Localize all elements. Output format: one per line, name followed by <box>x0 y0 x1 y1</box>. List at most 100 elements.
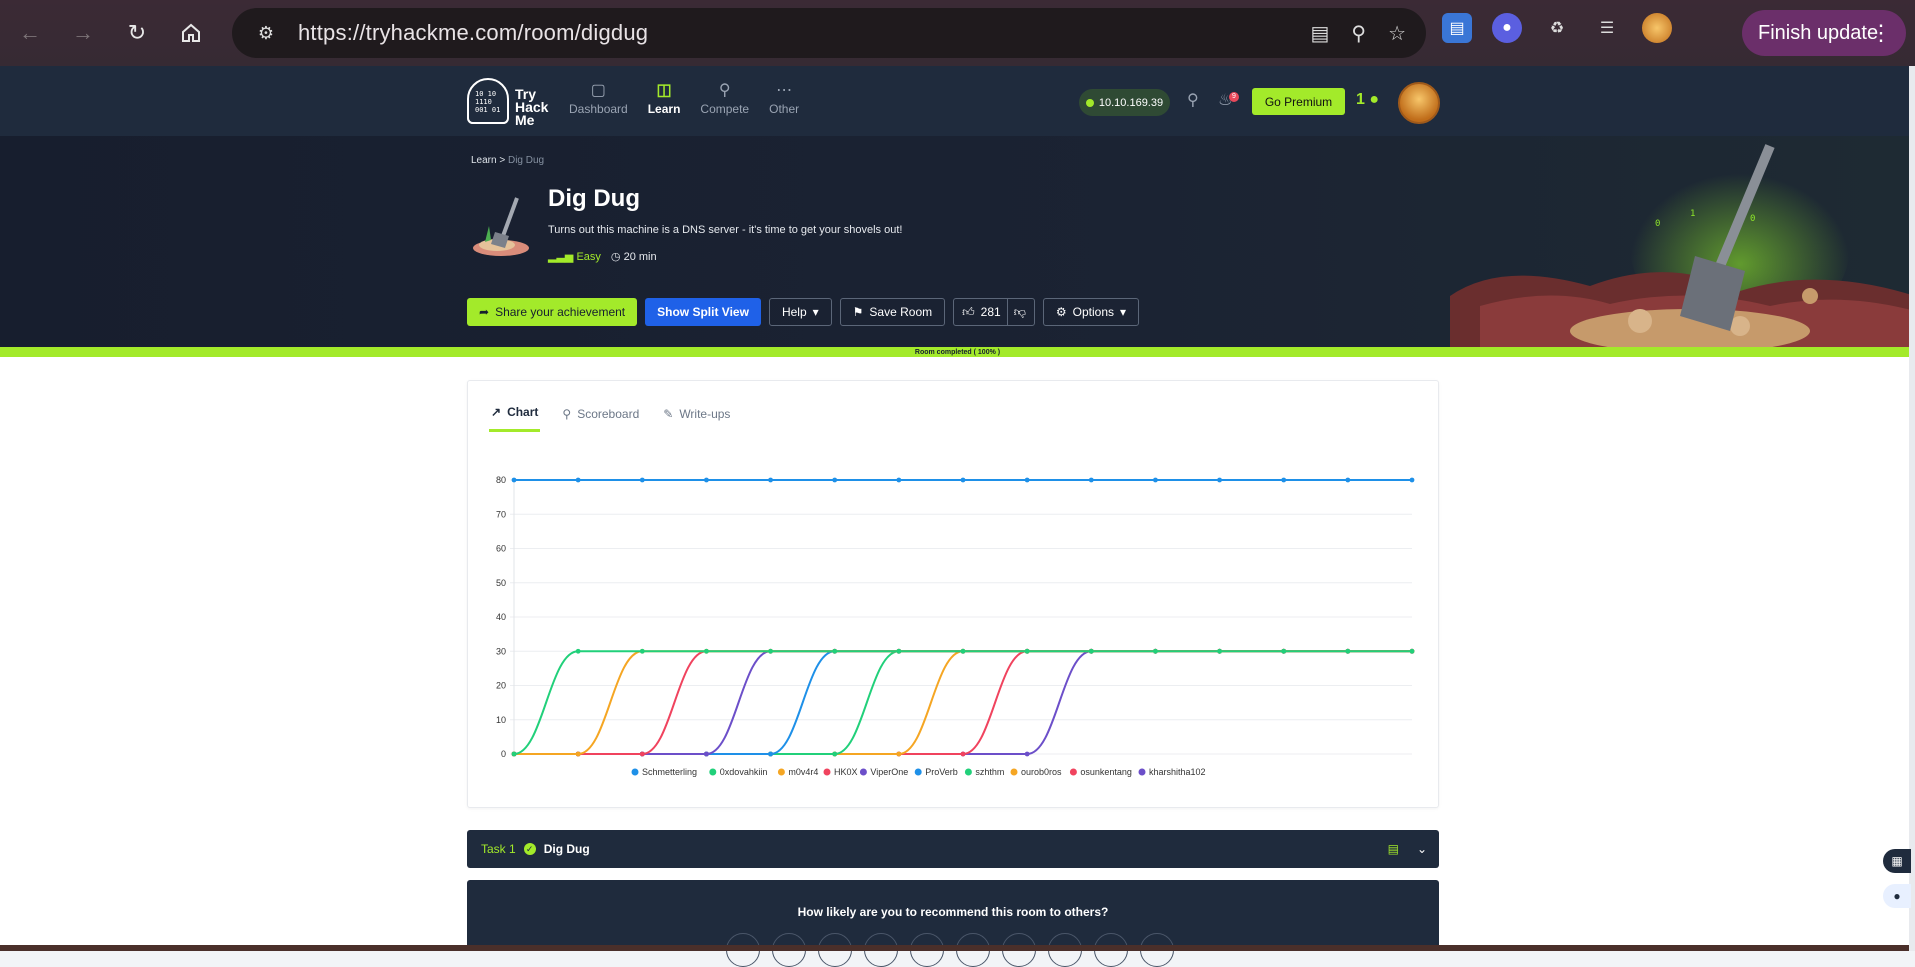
series-line <box>514 650 1412 755</box>
series-line <box>514 650 1412 755</box>
tab-label: Scoreboard <box>577 406 640 421</box>
legend-marker <box>823 768 831 776</box>
data-point <box>639 751 645 757</box>
likes-count: 281 <box>980 305 1001 319</box>
finish-update-button[interactable]: Finish update ⋮ <box>1742 10 1906 56</box>
site-settings-icon[interactable]: ⚙ <box>250 17 282 49</box>
assistant-widget-icon[interactable]: ● <box>1883 884 1911 908</box>
tab-write-ups[interactable]: ✎ Write-ups <box>661 405 732 432</box>
data-point <box>639 648 645 654</box>
room-meta: ▂▃▅ Easy ◷ 20 min <box>548 250 657 263</box>
data-point <box>1409 477 1415 483</box>
split-view-button[interactable]: Show Split View <box>645 298 761 326</box>
series-line <box>514 650 1412 755</box>
dashboard-icon: ▢ <box>590 82 606 99</box>
address-bar[interactable]: ⚙ https://tryhackme.com/room/digdug ▤ ⚲ … <box>232 8 1426 58</box>
legend-label: kharshitha102 <box>1149 767 1206 777</box>
page-scrollbar[interactable] <box>1909 66 1915 951</box>
machine-ip-badge[interactable]: 10.10.169.39 <box>1079 89 1170 116</box>
divider <box>1006 298 1008 326</box>
extensions-puzzle-icon[interactable]: ♻ <box>1542 13 1572 43</box>
assistant-extension-icon[interactable]: ● <box>1492 13 1522 43</box>
data-point <box>1409 648 1415 654</box>
flame-icon: ● <box>1369 91 1380 108</box>
reload-icon[interactable]: ↻ <box>117 13 157 53</box>
bottom-strip <box>0 945 1915 951</box>
nav-other[interactable]: ⋯ Other <box>769 80 799 116</box>
legend-label: ProVerb <box>925 767 958 777</box>
nav-label: Compete <box>700 102 750 116</box>
svg-text:0: 0 <box>1655 219 1660 229</box>
trophy-icon: ⚲ <box>718 82 731 99</box>
notification-badge: 9 <box>1229 92 1239 102</box>
data-point <box>1024 648 1030 654</box>
forward-icon[interactable]: → <box>63 13 103 53</box>
home-icon[interactable] <box>171 13 211 53</box>
menu-dots-icon: ⋮ <box>1870 20 1892 45</box>
nav-dashboard[interactable]: ▢ Dashboard <box>569 80 628 116</box>
data-point <box>1024 477 1030 483</box>
search-icon[interactable]: ⚲ <box>1187 90 1199 110</box>
legend-marker <box>1069 768 1077 776</box>
task-header[interactable]: Task 1 ✓ Dig Dug ▤ ⌄ <box>467 830 1439 868</box>
go-premium-button[interactable]: Go Premium <box>1252 88 1345 115</box>
more-icon: ⋯ <box>776 82 793 99</box>
options-label: Options <box>1072 305 1115 319</box>
profile-avatar-icon[interactable] <box>1642 13 1672 43</box>
nav-label: Dashboard <box>569 102 628 116</box>
difficulty: ▂▃▅ Easy <box>548 250 601 263</box>
data-point <box>511 477 517 483</box>
server-icon[interactable]: ▤ <box>1388 842 1399 856</box>
url-text[interactable]: https://tryhackme.com/room/digdug <box>298 20 648 46</box>
nav-learn[interactable]: ◫ Learn <box>648 80 681 116</box>
options-dropdown[interactable]: ⚙ Options ▾ <box>1042 298 1140 326</box>
thumbs-up-icon[interactable]: 👍︎ <box>962 305 975 320</box>
zoom-icon[interactable]: ⚲ <box>1351 21 1366 46</box>
data-point <box>768 648 773 654</box>
breadcrumb-root[interactable]: Learn <box>471 155 497 166</box>
data-point <box>639 477 645 483</box>
signal-icon: ▂▃▅ <box>548 251 574 263</box>
share-achievement-button[interactable]: ➦ Share your achievement <box>467 298 638 326</box>
data-point <box>1088 648 1094 654</box>
translate-icon[interactable]: ▤ <box>1311 21 1330 46</box>
tab-scoreboard[interactable]: ⚲ Scoreboard <box>560 405 641 432</box>
tab-label: Chart <box>507 405 539 419</box>
legend-marker <box>914 768 922 776</box>
data-point <box>896 477 902 483</box>
legend-label: HK0X <box>834 767 858 777</box>
save-room-button[interactable]: ⚑ Save Room <box>839 298 946 326</box>
streak-counter[interactable]: 1 ● <box>1356 91 1379 109</box>
data-point <box>768 477 773 483</box>
legend-label: Schmetterling <box>642 767 697 777</box>
task-name: Dig Dug <box>543 842 590 856</box>
media-control-icon[interactable]: ☰ <box>1592 13 1622 43</box>
browser-toolbar: ← → ↻ ⚙ https://tryhackme.com/room/digdu… <box>0 0 1915 66</box>
user-avatar[interactable] <box>1398 82 1440 124</box>
legend-marker <box>709 768 717 776</box>
chevron-down-icon[interactable]: ⌄ <box>1417 842 1427 856</box>
legend-marker <box>777 768 785 776</box>
docs-extension-icon[interactable]: ▤ <box>1442 13 1472 43</box>
nav-compete[interactable]: ⚲ Compete <box>700 80 749 116</box>
ip-text: 10.10.169.39 <box>1098 96 1164 109</box>
tab-label: Write-ups <box>679 406 731 421</box>
tab-chart[interactable]: ↗ Chart <box>489 405 541 432</box>
legend-marker <box>964 768 972 776</box>
difficulty-label: Easy <box>576 251 601 263</box>
site-header <box>0 66 1915 136</box>
legend-label: ViperOne <box>870 767 908 777</box>
data-point <box>768 751 773 757</box>
help-dropdown[interactable]: Help ▾ <box>768 298 832 326</box>
duration: ◷ 20 min <box>611 250 657 263</box>
y-tick-label: 50 <box>496 578 506 588</box>
data-point <box>1345 648 1351 654</box>
grid-widget-icon[interactable]: ▦ <box>1883 849 1911 873</box>
bookmark-star-icon[interactable]: ☆ <box>1388 21 1406 46</box>
y-tick-label: 10 <box>496 715 506 725</box>
thumbs-down-icon[interactable]: 👎︎ <box>1014 305 1026 320</box>
room-actions: ➦ Share your achievement Show Split View… <box>467 298 1140 326</box>
back-icon[interactable]: ← <box>10 13 50 53</box>
tryhackme-logo[interactable]: 10 10 1110 001 01 Try Hack Me <box>467 78 557 128</box>
logo-cloud-icon: 10 10 1110 001 01 <box>467 78 509 124</box>
